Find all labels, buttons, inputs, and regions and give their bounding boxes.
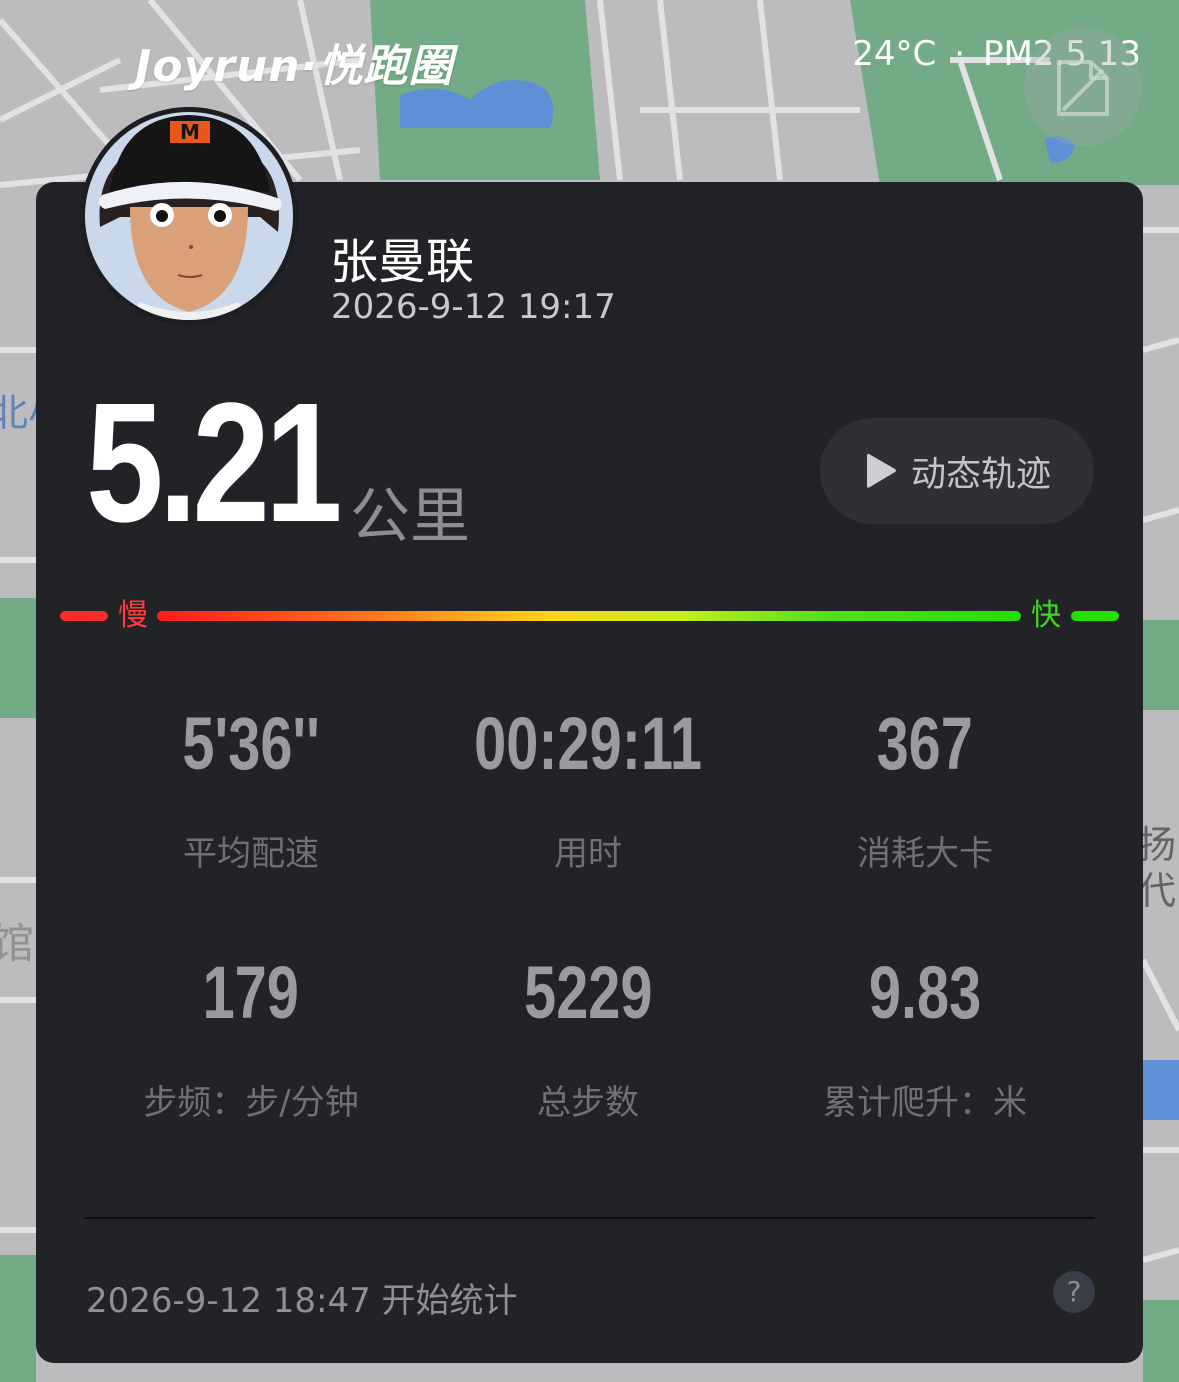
avatar-image: M	[80, 107, 298, 325]
svg-text:M: M	[180, 120, 200, 144]
slow-label: 慢	[118, 598, 148, 633]
app-brand-logo: Joyrun·悦跑圈	[135, 41, 454, 92]
map-label-line: 扬	[1138, 823, 1177, 867]
change-background-button[interactable]	[1024, 28, 1142, 146]
separator: ·	[954, 34, 966, 74]
stat-value: 9.83	[868, 951, 982, 1034]
user-name: 张曼联	[330, 234, 475, 290]
dynamic-track-label: 动态轨迹	[910, 454, 1051, 495]
stat-value: 00:29:11	[474, 702, 702, 785]
run-share-screen: 北小 馆 扬 代 Joyrun·悦跑圈 24°C·PM2.5 13	[0, 0, 1179, 1382]
fast-segment	[1071, 611, 1119, 621]
stat-duration: 00:29:11 用时	[418, 704, 758, 875]
fast-label: 快	[1031, 598, 1061, 633]
stat-avg-pace: 5'36'' 平均配速	[81, 704, 421, 875]
map-label-line: 代	[1138, 869, 1177, 913]
pace-color-scale: 慢 快	[60, 596, 1120, 638]
distance-unit: 公里	[350, 482, 470, 552]
stat-label: 用时	[554, 834, 622, 874]
start-time-text: 2026-9-12 18:47 开始统计	[86, 1281, 518, 1321]
stat-total-steps: 5229 总步数	[418, 953, 758, 1124]
stat-label: 总步数	[537, 1083, 639, 1123]
avatar[interactable]: M	[80, 107, 298, 325]
stat-calories: 367 消耗大卡	[755, 704, 1095, 875]
stat-label: 消耗大卡	[857, 834, 993, 874]
stat-value: 179	[202, 951, 300, 1034]
map-label: 扬 代	[1138, 822, 1176, 914]
slow-segment	[60, 611, 108, 621]
pace-gradient-bar	[157, 611, 1021, 621]
stat-label: 平均配速	[183, 834, 319, 874]
stat-label: 累计爬升：米	[823, 1083, 1027, 1123]
divider	[84, 1217, 1095, 1219]
map-label: 馆	[0, 919, 35, 968]
stat-cadence: 179 步频：步/分钟	[81, 953, 421, 1124]
stat-value: 5'36''	[182, 702, 320, 785]
stat-value: 367	[876, 702, 974, 785]
stat-value: 5229	[523, 951, 653, 1034]
help-button[interactable]: ?	[1053, 1271, 1095, 1313]
distance-value: 5.21	[86, 368, 343, 558]
dynamic-track-button[interactable]: 动态轨迹	[820, 418, 1094, 524]
run-datetime: 2026-9-12 19:17	[331, 287, 616, 327]
stat-elevation-gain: 9.83 累计爬升：米	[755, 953, 1095, 1124]
temperature: 24°C	[852, 34, 937, 74]
stat-label: 步频：步/分钟	[143, 1083, 359, 1123]
image-icon	[1057, 60, 1109, 116]
play-icon	[866, 453, 896, 488]
